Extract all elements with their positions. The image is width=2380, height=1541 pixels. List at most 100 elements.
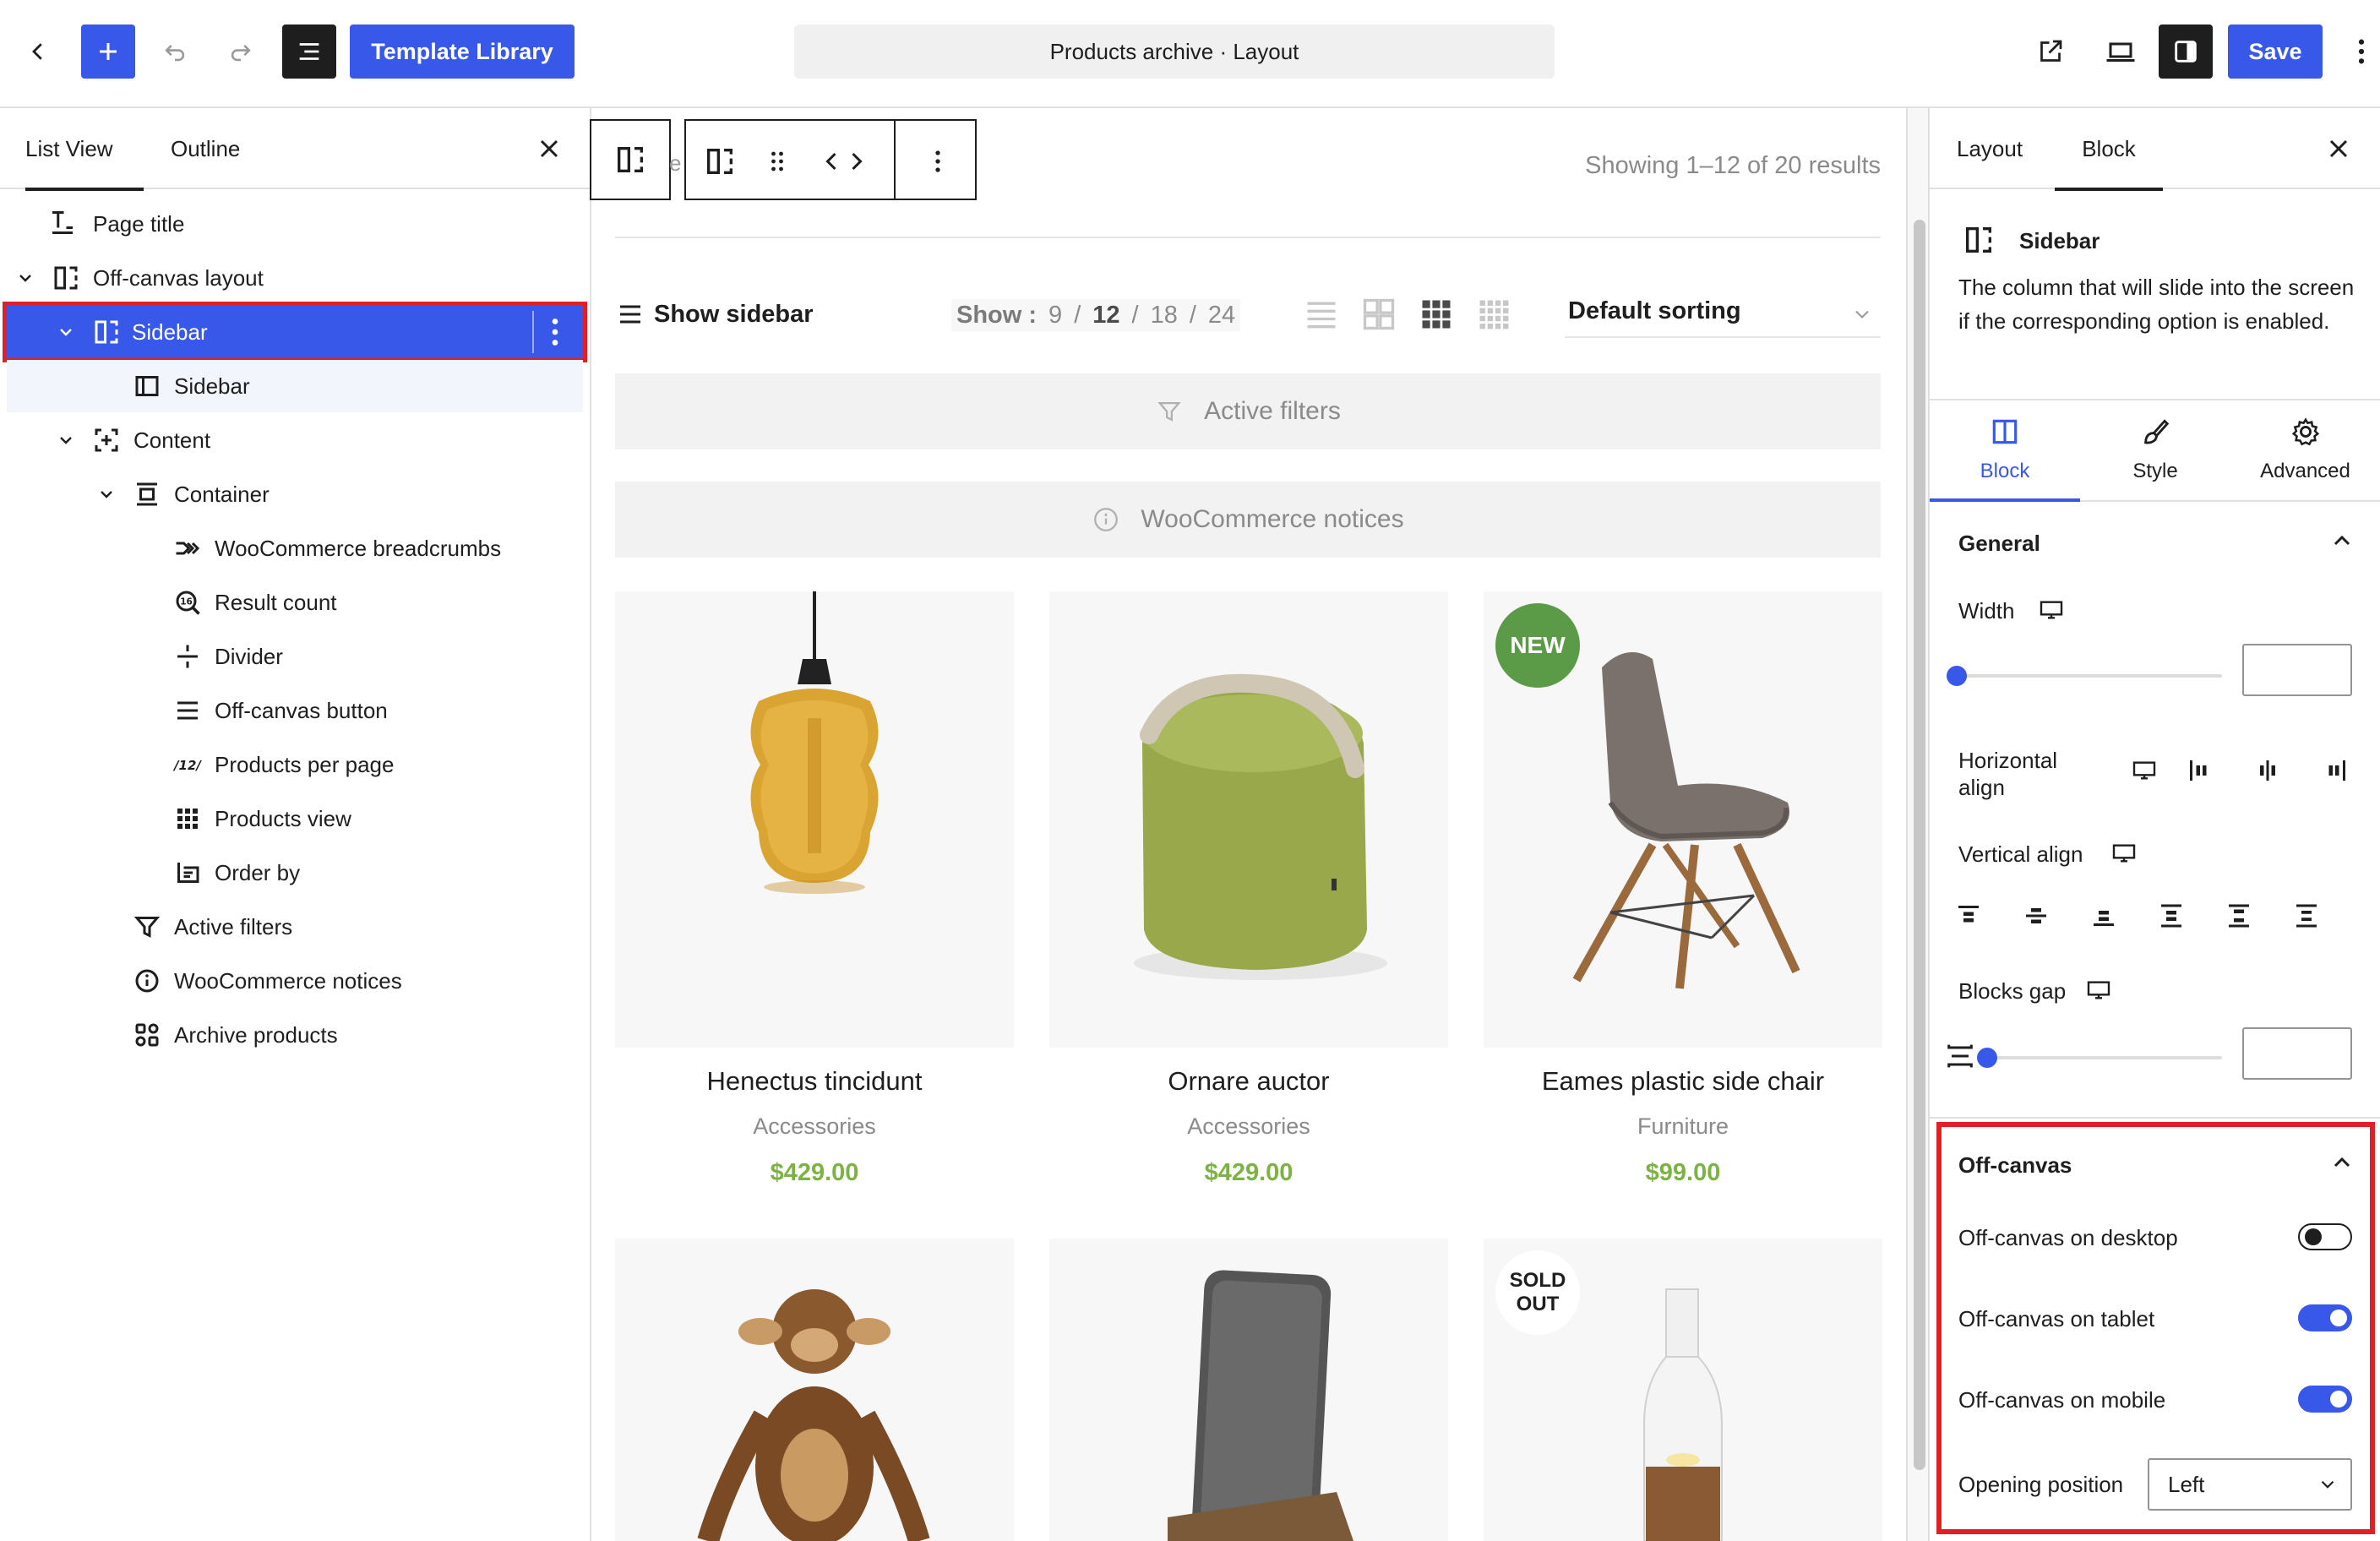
- list-view-panel: List View Outline Page title Off-canvas …: [0, 108, 591, 1541]
- product-category[interactable]: Accessories: [615, 1114, 1014, 1140]
- product-image-pendant-lamp[interactable]: [615, 591, 1014, 1048]
- desktop-icon[interactable]: [2131, 757, 2158, 784]
- list-item-divider[interactable]: Divider: [7, 630, 583, 683]
- chevron-down-icon: [19, 275, 31, 282]
- list-item-archive-products[interactable]: Archive products: [7, 1009, 583, 1061]
- block-more-options-button[interactable]: [921, 144, 955, 178]
- block-parent-button[interactable]: [590, 119, 671, 200]
- desktop-icon[interactable]: [2038, 596, 2065, 623]
- view-grid-2-button[interactable]: [1360, 296, 1397, 333]
- tab-list-view[interactable]: List View: [25, 108, 144, 191]
- scrollbar-thumb[interactable]: [1914, 220, 1925, 1470]
- product-title[interactable]: Henectus tincidunt: [615, 1066, 1014, 1097]
- per-page-option-9[interactable]: 9: [1048, 302, 1062, 329]
- sorting-value: Default sorting: [1568, 297, 1741, 324]
- justify-center-icon[interactable]: [2252, 755, 2283, 786]
- space-between-icon[interactable]: [2156, 901, 2187, 931]
- redo-button[interactable]: [221, 32, 260, 71]
- list-item-sidebar-panel[interactable]: Sidebar: [7, 360, 583, 412]
- canvas-scrollbar[interactable]: [1906, 108, 1930, 1541]
- list-item-active-filters[interactable]: Active filters: [7, 901, 583, 953]
- svg-text:/12/: /12/: [172, 758, 202, 773]
- settings-toggle-button[interactable]: [2159, 25, 2213, 79]
- tab-block[interactable]: Block: [2055, 108, 2163, 191]
- general-section-title[interactable]: General: [1958, 531, 2040, 557]
- justify-left-icon[interactable]: [2185, 755, 2215, 786]
- product-category[interactable]: Accessories: [1049, 1114, 1448, 1140]
- template-library-button[interactable]: Template Library: [350, 25, 575, 79]
- products-per-page-icon: /12/: [172, 758, 202, 773]
- width-slider-thumb[interactable]: [1947, 666, 1967, 686]
- pendant-lamp-image: [750, 591, 879, 894]
- product-title[interactable]: Ornare auctor: [1049, 1066, 1448, 1097]
- document-title-bar[interactable]: Products archive · Layout: [794, 25, 1555, 79]
- toolbar-divider: [894, 121, 896, 199]
- block-type-button[interactable]: [703, 144, 737, 178]
- save-button[interactable]: Save: [2228, 25, 2323, 79]
- desktop-icon[interactable]: [2110, 840, 2138, 867]
- product-image-monkey[interactable]: [615, 1239, 1014, 1541]
- subtab-style[interactable]: Style: [2080, 400, 2230, 502]
- align-bottom-icon[interactable]: [2089, 901, 2119, 931]
- tab-layout[interactable]: Layout: [1957, 108, 2041, 189]
- product-image-phone-stand[interactable]: [1049, 1239, 1448, 1541]
- offcanvas-highlight-box: [1936, 1122, 2375, 1534]
- product-image-pouf[interactable]: [1049, 591, 1448, 1048]
- align-top-icon[interactable]: [1953, 901, 1984, 931]
- list-item-woocommerce-notices[interactable]: WooCommerce notices: [7, 955, 583, 1007]
- justify-right-icon[interactable]: [2320, 755, 2350, 786]
- block-toolbar: [684, 119, 977, 200]
- list-item-order-by[interactable]: Order by: [7, 847, 583, 899]
- list-item-result-count[interactable]: 16 Result count: [7, 576, 583, 629]
- view-grid-3-button[interactable]: [1418, 296, 1455, 333]
- list-item-container[interactable]: Container: [7, 468, 583, 520]
- list-item-page-title[interactable]: Page title: [7, 198, 583, 250]
- desktop-icon[interactable]: [2085, 977, 2112, 1004]
- show-sidebar-button[interactable]: Show sidebar: [615, 297, 814, 331]
- list-item-off-canvas-layout[interactable]: Off-canvas layout: [7, 252, 583, 304]
- list-item-sidebar-selected[interactable]: Sidebar: [3, 302, 587, 362]
- blocks-gap-input[interactable]: [2242, 1027, 2352, 1080]
- block-options-button[interactable]: [532, 311, 575, 353]
- list-item-products-view[interactable]: Products view: [7, 792, 583, 845]
- space-around-icon[interactable]: [2224, 901, 2254, 931]
- move-left-button[interactable]: [820, 146, 843, 177]
- tab-outline[interactable]: Outline: [171, 108, 264, 189]
- product-image-bottle-candle[interactable]: SOLD OUT: [1484, 1239, 1882, 1541]
- view-grid-4-button[interactable]: [1475, 296, 1512, 333]
- width-slider-track[interactable]: [1948, 674, 2222, 678]
- view-list-button[interactable]: [1303, 296, 1340, 333]
- document-overview-button[interactable]: [282, 25, 336, 79]
- subtab-block[interactable]: Block: [1930, 400, 2080, 502]
- blocks-gap-slider-track[interactable]: [1977, 1056, 2222, 1059]
- product-image-chair[interactable]: NEW: [1484, 591, 1882, 1048]
- device-preview-button[interactable]: [2099, 32, 2143, 71]
- sorting-select[interactable]: Default sorting: [1565, 294, 1881, 338]
- add-block-button[interactable]: [81, 25, 135, 79]
- space-evenly-icon[interactable]: [2291, 901, 2322, 931]
- sold-out-line-2: OUT: [1516, 1293, 1560, 1315]
- list-item-off-canvas-button[interactable]: Off-canvas button: [7, 684, 583, 737]
- per-page-option-24[interactable]: 24: [1208, 302, 1235, 329]
- undo-button[interactable]: [155, 32, 194, 71]
- back-button[interactable]: [19, 32, 57, 71]
- align-middle-icon[interactable]: [2021, 901, 2051, 931]
- blocks-gap-slider-thumb[interactable]: [1977, 1048, 1997, 1068]
- close-list-view-button[interactable]: [534, 133, 564, 164]
- move-right-button[interactable]: [845, 146, 869, 177]
- product-title[interactable]: Eames plastic side chair: [1484, 1066, 1882, 1097]
- close-settings-button[interactable]: [2323, 133, 2354, 164]
- options-menu-button[interactable]: [2347, 32, 2376, 71]
- list-item-products-per-page[interactable]: /12/ Products per page: [7, 738, 583, 791]
- subtab-advanced[interactable]: Advanced: [2230, 400, 2380, 502]
- list-item-woocommerce-breadcrumbs[interactable]: WooCommerce breadcrumbs: [7, 522, 583, 574]
- product-category[interactable]: Furniture: [1484, 1114, 1882, 1140]
- view-site-button[interactable]: [2031, 32, 2070, 71]
- per-page-option-18[interactable]: 18: [1151, 302, 1178, 329]
- list-item-content[interactable]: Content: [7, 414, 583, 466]
- archive-products-icon: [135, 1023, 159, 1047]
- per-page-option-12[interactable]: 12: [1092, 302, 1119, 329]
- drag-handle[interactable]: [762, 146, 792, 177]
- width-input[interactable]: [2242, 644, 2352, 696]
- chevron-up-icon[interactable]: [2328, 527, 2355, 554]
